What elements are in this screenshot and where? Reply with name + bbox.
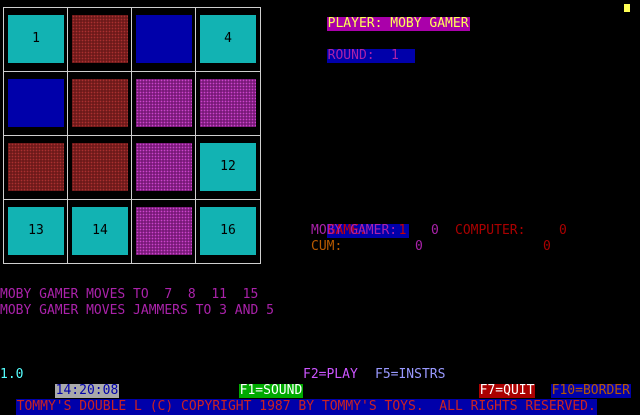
version-label: 1.0 — [0, 367, 24, 382]
round-value: 1 — [391, 48, 399, 63]
player-score-label: MOBY GAMER: — [311, 223, 398, 238]
cursor-block — [624, 4, 630, 12]
cum-label: CUM: — [311, 239, 343, 254]
round-label: ROUND: — [327, 48, 375, 63]
copyright-bar: TOMMY'S DOUBLE L (C) COPYRIGHT 1987 BY T… — [15, 399, 597, 415]
computer-score: 0 — [559, 223, 567, 238]
board-tile[interactable]: 12 — [200, 143, 256, 191]
board-tile[interactable] — [8, 79, 64, 127]
f2-play-key[interactable]: F2=PLAY — [303, 367, 358, 383]
cum-computer-score: 0 — [543, 239, 551, 254]
grid-line — [4, 71, 260, 72]
board-tile[interactable] — [136, 143, 192, 191]
board-tile[interactable] — [72, 143, 128, 191]
board-tile[interactable]: 1 — [8, 15, 64, 63]
board-tile[interactable]: 14 — [72, 207, 128, 255]
computer-score-label: COMPUTER: — [455, 223, 526, 238]
grid-line — [4, 135, 260, 136]
player-label: PLAYER: MOBY GAMER — [326, 16, 470, 31]
board-tile[interactable] — [136, 79, 192, 127]
board-tile[interactable] — [72, 79, 128, 127]
move-message: MOBY GAMER MOVES TO 7 8 11 15 — [0, 287, 259, 302]
game-board: 1 4 12 13 14 16 — [3, 7, 261, 264]
game-value: 1 — [398, 223, 407, 238]
grid-line — [4, 199, 260, 200]
board-tile[interactable] — [72, 15, 128, 63]
f5-instructions-key[interactable]: F5=INSTRS — [375, 367, 445, 383]
jammer-message: MOBY GAMER MOVES JAMMERS TO 3 AND 5 — [0, 303, 274, 318]
board-tile[interactable]: 16 — [200, 207, 256, 255]
board-tile[interactable] — [8, 143, 64, 191]
board-tile[interactable] — [136, 207, 192, 255]
board-tile[interactable] — [200, 79, 256, 127]
board-tile[interactable]: 13 — [8, 207, 64, 255]
cum-player-score: 0 — [415, 239, 423, 254]
board-tile[interactable] — [136, 15, 192, 63]
player-score: 0 — [431, 223, 439, 238]
board-tile[interactable]: 4 — [200, 15, 256, 63]
round-display: ROUND: 1 — [326, 48, 415, 63]
